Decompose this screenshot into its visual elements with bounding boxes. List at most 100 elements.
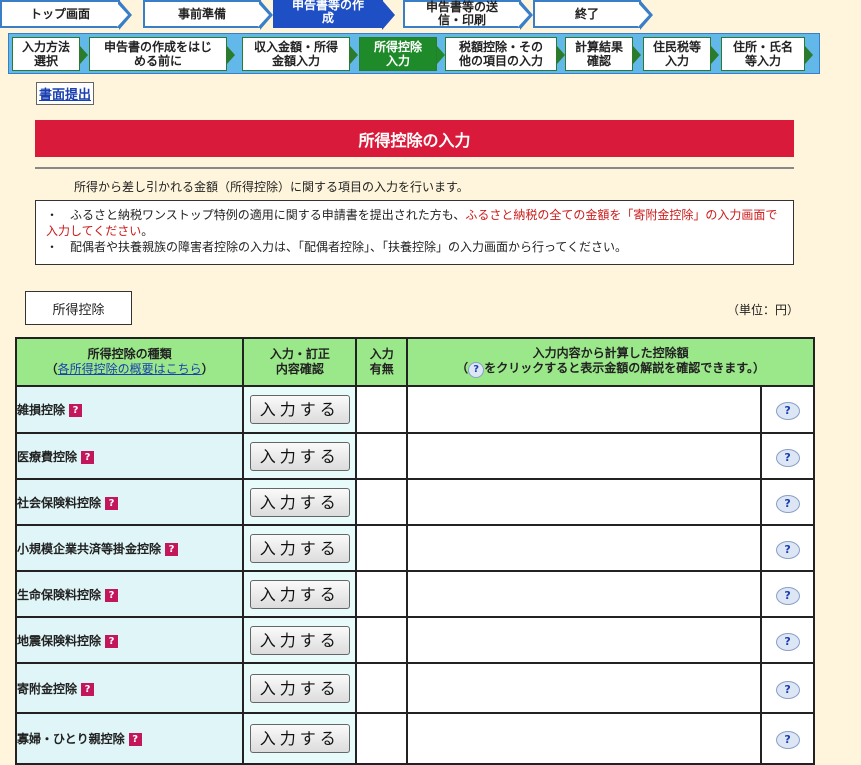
input-button[interactable]: 入力する	[249, 673, 350, 703]
table-row: 地震保険料控除? 入力する?	[14, 616, 815, 664]
deduction-name: 生命保険料控除?	[14, 570, 245, 618]
header-confirm: 入力・訂正 内容確認	[242, 337, 358, 387]
explain-help-icon[interactable]: ?	[775, 448, 800, 467]
explain-cell: ?	[760, 570, 815, 618]
deduction-name: 社会保険料控除?	[14, 478, 245, 526]
explain-help-icon[interactable]: ?	[775, 680, 800, 699]
deduction-name: 小規模企業共済等掛金控除?	[14, 524, 245, 572]
substep-before[interactable]: 申告書の作成をはじ める前に	[89, 37, 235, 71]
header-kind: 所得控除の種類 （各所得控除の概要はこちら）	[14, 337, 245, 387]
input-cell: 入力する	[242, 432, 358, 480]
input-button[interactable]: 入力する	[249, 724, 350, 753]
explain-cell: ?	[760, 662, 815, 714]
question-icon[interactable]: ?	[105, 588, 119, 602]
table-header-row: 所得控除の種類 （各所得控除の概要はこちら） 入力・訂正 内容確認 入力 有無 入力内…	[14, 337, 815, 387]
explain-help-icon[interactable]: ?	[775, 402, 800, 420]
table-row: 寡婦・ひとり親控除? 入力する?	[14, 712, 815, 765]
table-row: 寄附金控除? 入力する?	[14, 662, 815, 714]
amount-cell	[406, 662, 763, 714]
amount-cell	[406, 432, 763, 480]
page-title: 所得控除の入力	[35, 120, 794, 157]
step-create[interactable]: 申告書等の作成	[273, 0, 395, 30]
input-button[interactable]: 入力する	[249, 487, 350, 517]
input-button[interactable]: 入力する	[249, 625, 350, 655]
deduction-name: 医療費控除?	[14, 432, 245, 480]
has-input-cell	[355, 432, 409, 480]
question-icon[interactable]: ?	[105, 496, 119, 510]
explain-help-icon[interactable]: ?	[775, 731, 800, 749]
substep-address[interactable]: 住所・氏名 等入力	[721, 37, 813, 71]
input-cell: 入力する	[242, 570, 358, 618]
notice-line-1: ・ ふるさと納税ワンストップ特例の適用に関する申請書を提出された方も、ふるさと納…	[46, 208, 778, 238]
step-end[interactable]: 終了	[533, 0, 653, 30]
section-tab: 所得控除	[25, 291, 132, 325]
explain-help-icon[interactable]: ?	[775, 540, 800, 559]
has-input-cell	[355, 712, 409, 765]
has-input-cell	[355, 524, 409, 572]
header-has-input: 入力 有無	[355, 337, 409, 387]
input-button[interactable]: 入力する	[249, 441, 350, 471]
step-send[interactable]: 申告書等の送信・印刷	[403, 0, 533, 30]
question-icon[interactable]: ?	[165, 542, 179, 556]
explain-help-icon[interactable]: ?	[775, 586, 800, 605]
explain-cell: ?	[760, 385, 815, 434]
amount-cell	[406, 616, 763, 664]
explain-cell: ?	[760, 478, 815, 526]
header-calc: 入力内容から計算した控除額（? をクリックすると表示金額の解説を確認できます。）	[406, 337, 815, 387]
question-icon[interactable]: ?	[105, 634, 119, 648]
explain-help-icon[interactable]: ?	[775, 494, 800, 513]
amount-cell	[406, 385, 763, 434]
top-step-nav: トップ画面 事前準備 申告書等の作成 申告書等の送信・印刷 終了	[0, 0, 861, 32]
question-icon[interactable]: ?	[128, 733, 142, 746]
substep-resident-tax[interactable]: 住民税等 入力	[643, 37, 719, 71]
table-row: 社会保険料控除? 入力する?	[14, 478, 815, 526]
explain-help-icon[interactable]: ?	[775, 632, 800, 651]
step-prep[interactable]: 事前準備	[143, 0, 273, 30]
input-cell: 入力する	[242, 524, 358, 572]
intro-text: 所得から差し引かれる金額（所得控除）に関する項目の入力を行います。	[74, 180, 469, 194]
input-cell: 入力する	[242, 616, 358, 664]
has-input-cell	[355, 616, 409, 664]
substep-income[interactable]: 収入金額・所得 金額入力	[242, 37, 358, 71]
input-cell: 入力する	[242, 662, 358, 714]
notice-line-2: ・ 配偶者や扶養親族の障害者控除の入力は、「配偶者控除」、「扶養控除」の入力画面…	[46, 240, 628, 254]
has-input-cell	[355, 570, 409, 618]
has-input-cell	[355, 478, 409, 526]
explain-cell: ?	[760, 524, 815, 572]
amount-cell	[406, 478, 763, 526]
table-row: 医療費控除? 入力する?	[14, 432, 815, 480]
help-icon: ?	[468, 362, 485, 378]
amount-cell	[406, 712, 763, 765]
deduction-name: 地震保険料控除?	[14, 616, 245, 664]
input-cell: 入力する	[242, 385, 358, 434]
input-button[interactable]: 入力する	[249, 533, 350, 563]
substep-result[interactable]: 計算結果 確認	[565, 37, 641, 71]
paper-submission-link[interactable]: 書面提出	[36, 82, 95, 105]
substep-deduction[interactable]: 所得控除 入力	[359, 37, 445, 71]
deduction-name: 寄附金控除?	[14, 662, 245, 714]
substep-method[interactable]: 入力方法 選択	[12, 37, 88, 71]
amount-cell	[406, 524, 763, 572]
notice-box: ・ ふるさと納税ワンストップ特例の適用に関する申請書を提出された方も、ふるさと納…	[35, 200, 794, 265]
deduction-name: 雑損控除?	[14, 385, 245, 434]
step-top[interactable]: トップ画面	[0, 0, 132, 30]
deduction-name: 寡婦・ひとり親控除?	[14, 712, 245, 765]
input-button[interactable]: 入力する	[249, 579, 350, 609]
substep-tax-credit[interactable]: 税額控除・その 他の項目の入力	[445, 37, 565, 71]
amount-cell	[406, 570, 763, 618]
sub-step-nav: 入力方法 選択 申告書の作成をはじ める前に 収入金額・所得 金額入力 所得控除 入力 …	[8, 33, 820, 74]
question-icon[interactable]: ?	[81, 682, 95, 696]
table-row: 小規模企業共済等掛金控除? 入力する?	[14, 524, 815, 572]
question-icon[interactable]: ?	[69, 404, 83, 417]
explain-cell: ?	[760, 432, 815, 480]
has-input-cell	[355, 385, 409, 434]
title-divider	[35, 157, 794, 169]
unit-label: （単位：円）	[727, 303, 800, 317]
input-cell: 入力する	[242, 478, 358, 526]
input-button[interactable]: 入力する	[249, 395, 350, 424]
deduction-table: 所得控除の種類 （各所得控除の概要はこちら） 入力・訂正 内容確認 入力 有無 入力内…	[14, 337, 815, 765]
question-icon[interactable]: ?	[81, 450, 95, 464]
overview-link[interactable]: 各所得控除の概要はこちら	[58, 362, 202, 376]
input-cell: 入力する	[242, 712, 358, 765]
table-row: 雑損控除? 入力する?	[14, 385, 815, 434]
